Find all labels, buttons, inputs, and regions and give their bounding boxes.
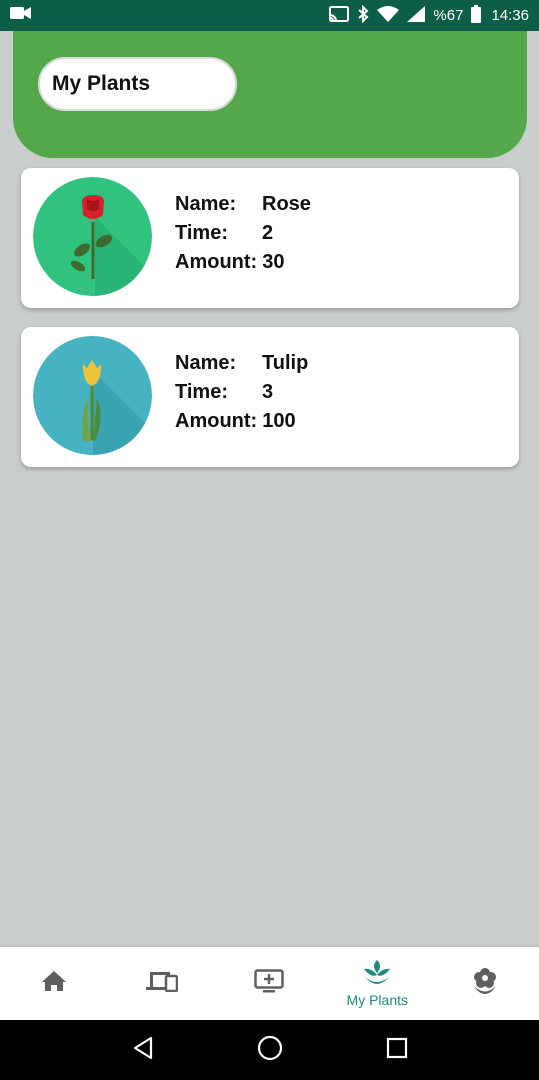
nav-home[interactable] (0, 947, 108, 1020)
plant-card-tulip[interactable]: Name: Tulip Time: 3 Amount: 100 (21, 327, 519, 467)
back-icon[interactable] (131, 1036, 155, 1065)
plant-amount: 30 (262, 251, 285, 273)
flower-icon (472, 967, 498, 1000)
cast-icon (329, 5, 350, 26)
amount-label: Amount: (175, 410, 258, 432)
plant-time: 2 (262, 222, 274, 244)
tulip-icon (33, 336, 152, 455)
header: My Plants (13, 31, 527, 158)
time-label: Time: (175, 381, 228, 403)
nav-add-screen[interactable] (216, 947, 324, 1020)
page-title: My Plants (38, 57, 237, 111)
amount-label: Amount: (175, 251, 258, 273)
nav-flower[interactable] (431, 947, 539, 1020)
name-label: Name: (175, 352, 237, 374)
status-bar: %67 14:36 (0, 0, 539, 31)
rose-icon (33, 177, 152, 296)
plant-card-rose[interactable]: Name: Rose Time: 2 Amount: 30 (21, 168, 519, 308)
plant-info: Name: Rose Time: 2 Amount: 30 (175, 190, 311, 277)
home-icon (41, 970, 67, 997)
bottom-nav: My Plants (0, 947, 539, 1020)
recents-icon[interactable] (386, 1037, 408, 1064)
nav-my-plants[interactable]: My Plants (323, 947, 431, 1020)
devices-icon (145, 970, 178, 997)
battery-icon (471, 4, 482, 27)
add-screen-icon (254, 969, 285, 998)
system-nav (0, 1020, 539, 1080)
nav-devices[interactable] (108, 947, 216, 1020)
battery-text: %67 (433, 7, 464, 24)
plant-list: Name: Rose Time: 2 Amount: 30 Name: Tulip Ti… (21, 168, 519, 486)
home-circle-icon[interactable] (257, 1035, 283, 1066)
wifi-icon (377, 5, 400, 26)
plant-name: Tulip (262, 352, 309, 374)
plant-name: Rose (262, 193, 311, 215)
plant-icon (363, 959, 391, 990)
time-label: Time: (175, 222, 228, 244)
video-camera-icon (10, 6, 32, 25)
bluetooth-icon (357, 4, 369, 27)
plant-time: 3 (262, 381, 274, 403)
nav-label-my-plants: My Plants (346, 992, 409, 1008)
signal-icon (407, 5, 426, 26)
plant-info: Name: Tulip Time: 3 Amount: 100 (175, 349, 308, 436)
name-label: Name: (175, 193, 237, 215)
clock: 14:36 (491, 7, 529, 24)
plant-amount: 100 (262, 410, 296, 432)
